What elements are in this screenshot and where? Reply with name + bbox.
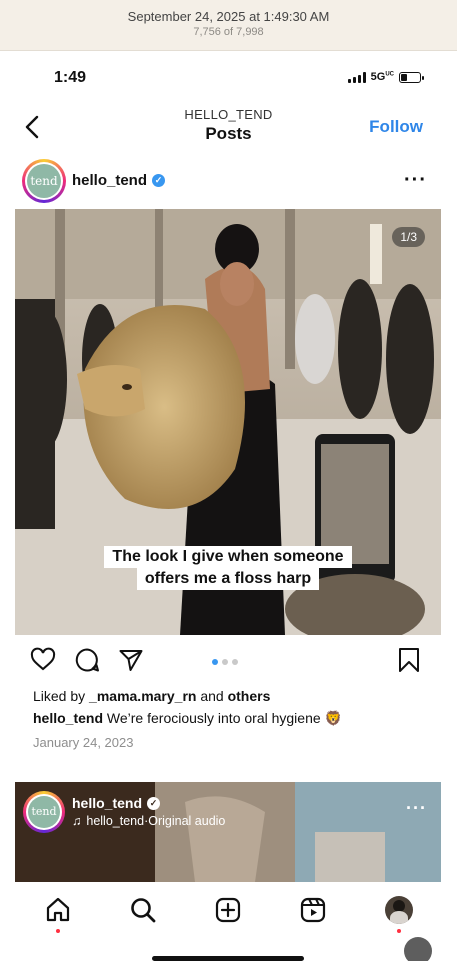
likes-line: Liked by _mama.mary_rn and others (33, 688, 271, 704)
floating-action-icon[interactable] (404, 937, 432, 961)
carousel-dot (222, 659, 228, 665)
overlay-caption-line-1: The look I give when someone (104, 546, 352, 568)
carousel-dot (232, 659, 238, 665)
profile-notification-dot (397, 929, 401, 933)
phone-screen: 1:49 5GUC HELLO_TEND Posts Follow tend h… (0, 51, 457, 961)
music-note-icon: ♫ (72, 814, 82, 828)
post-username[interactable]: hello_tend ✓ (72, 172, 166, 189)
next-post-preview[interactable]: tend hello_tend ✓ ♫ hello_tend · Origina… (15, 782, 441, 882)
bottom-tab-bar (0, 882, 457, 961)
next-post-avatar[interactable]: tend (23, 791, 65, 833)
post-actions (0, 643, 457, 679)
capture-count: 7,756 of 7,998 (193, 26, 264, 38)
verified-badge-icon: ✓ (152, 174, 166, 187)
signal-icon (347, 71, 366, 83)
audio-attribution[interactable]: ♫ hello_tend · Original audio (72, 814, 225, 828)
status-indicators: 5GUC (347, 71, 424, 83)
caption-text: We’re ferociously into oral hygiene 🦁 (103, 710, 342, 726)
home-icon[interactable] (44, 896, 72, 924)
more-options-icon[interactable]: ··· (406, 798, 427, 819)
follow-button[interactable]: Follow (369, 117, 423, 137)
post-image[interactable]: 1/3 The look I give when someone offers … (15, 209, 441, 635)
carousel-dot (212, 659, 218, 665)
capture-timestamp: September 24, 2025 at 1:49:30 AM (127, 9, 330, 24)
battery-icon (399, 71, 424, 83)
image-overlay-caption: The look I give when someone offers me a… (15, 546, 441, 590)
reels-icon[interactable] (299, 896, 327, 924)
post-header: tend hello_tend ✓ ··· (0, 155, 457, 209)
post-caption: hello_tend We’re ferociously into oral h… (33, 710, 342, 727)
avatar-logo: tend (27, 164, 61, 198)
search-icon[interactable] (129, 896, 157, 924)
home-indicator (152, 956, 304, 961)
verified-badge-icon: ✓ (147, 796, 161, 810)
more-options-icon[interactable]: ··· (404, 169, 427, 192)
share-icon[interactable] (118, 647, 144, 673)
heart-icon[interactable] (30, 647, 56, 673)
carousel-dots (212, 659, 238, 665)
create-icon[interactable] (214, 896, 242, 924)
comment-icon[interactable] (74, 647, 100, 673)
liked-by-user[interactable]: _mama.mary_rn (89, 688, 196, 704)
bookmark-icon[interactable] (397, 647, 421, 673)
image-counter: 1/3 (392, 227, 425, 247)
top-nav: HELLO_TEND Posts Follow (0, 103, 457, 151)
status-time: 1:49 (54, 69, 87, 86)
caption-username[interactable]: hello_tend (33, 710, 103, 726)
network-label: 5GUC (370, 71, 394, 83)
post-date: January 24, 2023 (33, 735, 134, 750)
profile-avatar[interactable] (385, 896, 413, 924)
screenshot-capture-bar: September 24, 2025 at 1:49:30 AM 7,756 o… (0, 0, 457, 51)
avatar[interactable]: tend (22, 159, 66, 203)
next-post-username[interactable]: hello_tend ✓ (72, 795, 161, 811)
liked-by-others[interactable]: others (228, 688, 271, 704)
home-notification-dot (56, 929, 60, 933)
overlay-caption-line-2: offers me a floss harp (136, 568, 320, 590)
